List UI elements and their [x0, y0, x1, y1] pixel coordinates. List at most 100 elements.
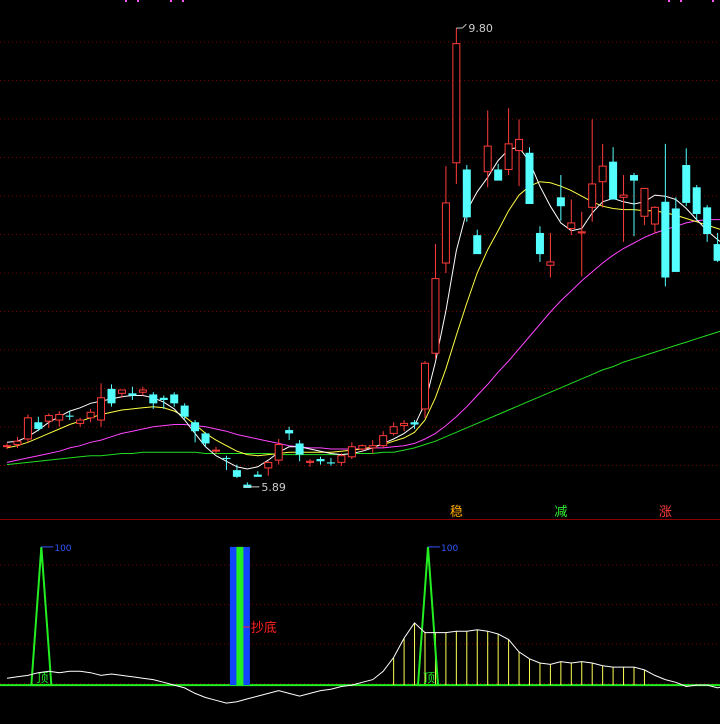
candle [452, 28, 461, 184]
candle [535, 226, 544, 262]
candle-body [630, 175, 638, 181]
candle-body [421, 362, 429, 410]
candle-body [692, 187, 701, 215]
candle-body [452, 43, 461, 164]
candle [326, 457, 335, 466]
price-grid [0, 0, 720, 520]
candle-body [55, 413, 64, 421]
candle [431, 244, 440, 359]
peak-value-label: 100 [441, 544, 458, 554]
ma20-line [6, 219, 720, 463]
candle-body [650, 206, 659, 225]
candle [609, 147, 618, 200]
high-price-label: 9.80 [468, 22, 493, 35]
candle-body [619, 194, 628, 198]
candle-body [13, 440, 22, 446]
top-marker [182, 0, 184, 2]
candle-body [358, 445, 367, 450]
candle-body [535, 232, 544, 255]
top-marker [680, 0, 682, 2]
candle [264, 461, 273, 476]
candle [682, 148, 691, 207]
candlesticks [3, 28, 720, 488]
candle-body [3, 445, 11, 448]
candle [212, 446, 220, 454]
high-pointer-tick [461, 23, 467, 29]
candle [630, 172, 638, 237]
candle-body [504, 143, 513, 170]
candle-body [44, 415, 53, 422]
candle-body [65, 415, 74, 417]
candle-body [661, 201, 670, 278]
candle-body [337, 455, 346, 463]
candle [285, 426, 294, 441]
candle [504, 108, 513, 176]
candle-body [379, 435, 388, 447]
signal-markers: 稳减涨 [450, 504, 672, 520]
candle [316, 456, 325, 465]
candle-body [23, 417, 32, 440]
candle-body [180, 405, 189, 417]
kline-chart-view: 9.80 5.89 稳减涨 抄底 100 顶 100 顶 [0, 0, 720, 724]
candle-body [274, 444, 283, 461]
candle-body [97, 397, 106, 421]
candle-body [494, 169, 503, 181]
indicator-line [6, 622, 720, 704]
top-marker [125, 0, 127, 2]
indicator-line-path [6, 622, 720, 704]
candle [23, 414, 32, 443]
candle-body [556, 197, 565, 207]
candle-body [86, 411, 95, 419]
candle-body [515, 138, 524, 152]
candle-body [306, 460, 315, 463]
candle [577, 211, 586, 277]
candle-body [389, 426, 398, 434]
candle [556, 175, 565, 221]
candle-body [441, 202, 450, 264]
candle-body [326, 462, 335, 464]
candle-body [138, 389, 147, 393]
candle [107, 384, 116, 407]
top-marker [712, 0, 714, 2]
candle-body [107, 388, 116, 404]
candle-body [431, 278, 440, 354]
candle [379, 431, 388, 448]
candle [170, 392, 179, 407]
signal-marker: 涨 [659, 505, 672, 520]
top-signal-triangle [30, 546, 53, 687]
candle [703, 205, 712, 242]
bottom-fishing-signal: 抄底 [229, 546, 277, 686]
candle [191, 420, 200, 443]
candle-body [588, 183, 597, 208]
signal-marker: 减 [554, 505, 567, 520]
candle [76, 417, 85, 427]
candle [619, 175, 628, 242]
candle [149, 392, 158, 409]
candle-body [368, 445, 377, 449]
candle [97, 383, 106, 427]
candle-body [483, 145, 492, 173]
candle [494, 163, 503, 181]
candle-body [191, 422, 200, 432]
indicator-panel[interactable]: 抄底 100顶100顶 [0, 520, 720, 724]
candle [671, 197, 680, 272]
candle-body [222, 457, 231, 460]
candle-body [128, 393, 137, 396]
signal-marker: 稳 [450, 504, 463, 520]
buy-signal-label: 抄底 [251, 620, 277, 636]
candle-body [567, 222, 576, 230]
candle-body [400, 422, 409, 427]
candle [337, 453, 346, 466]
candle-body [703, 207, 712, 235]
candle [368, 440, 377, 454]
price-panel[interactable]: 9.80 5.89 稳 减 涨 [0, 0, 720, 520]
candle-body [295, 443, 304, 455]
candle [180, 403, 189, 419]
candle-body [525, 152, 534, 204]
candle-body [212, 449, 220, 452]
candle [462, 165, 471, 222]
candle [546, 232, 555, 278]
candle-body [34, 422, 43, 429]
candle-body [117, 389, 126, 394]
candle [159, 395, 168, 409]
